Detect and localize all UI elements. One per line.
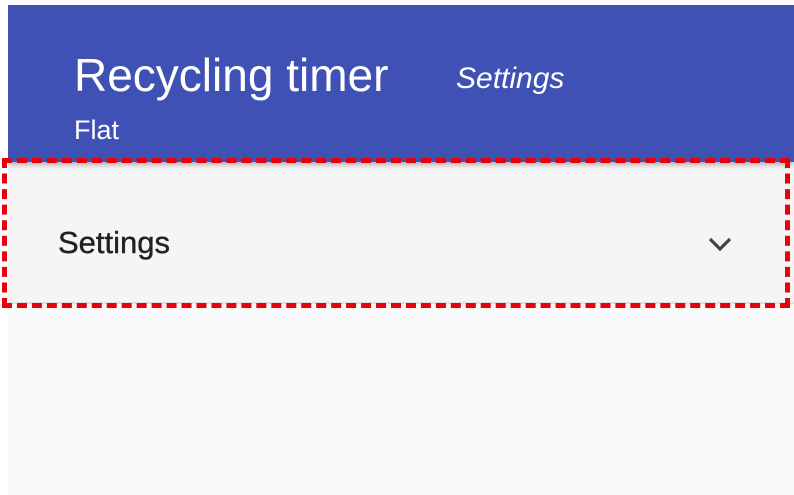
app-header: Recycling timer Settings Flat [8,5,794,162]
settings-expansion-panel[interactable]: Settings [8,162,794,304]
section-title: Settings [456,62,565,95]
content-area [8,304,794,495]
chevron-down-icon[interactable] [702,230,738,260]
settings-panel-label: Settings [58,225,171,260]
app-title: Recycling timer [74,49,389,101]
app-window: Recycling timer Settings Flat Settings [8,5,794,495]
app-subtitle: Flat [74,115,120,145]
